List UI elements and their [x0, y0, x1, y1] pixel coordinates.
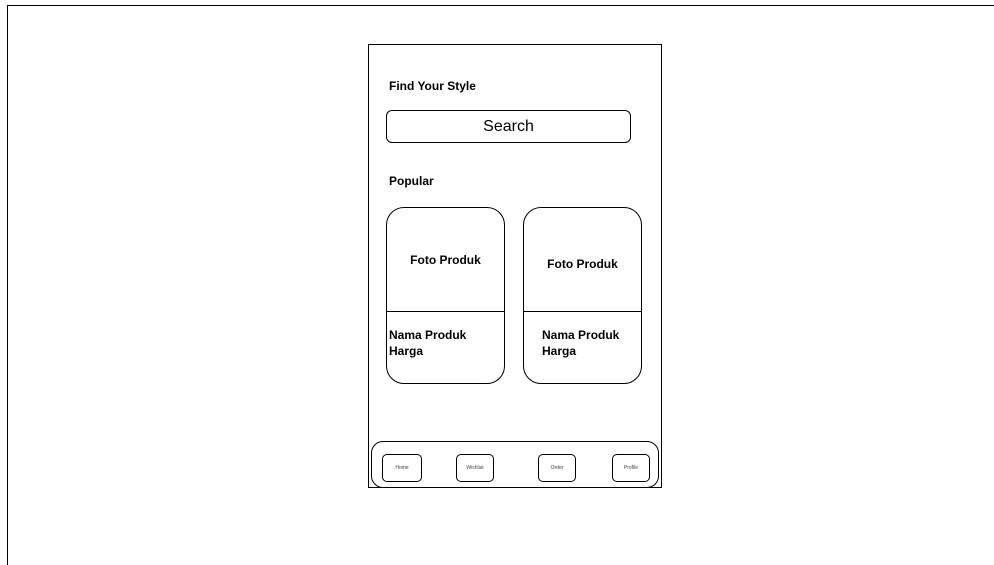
phone-screen: Find Your Style Search Popular Foto Prod…	[368, 44, 662, 488]
product-name: Nama Produk	[542, 328, 620, 342]
nav-home-button[interactable]: Home	[382, 454, 422, 482]
product-photo: Foto Produk	[387, 208, 504, 312]
nav-wishlist-button[interactable]: Wishlist	[456, 454, 494, 482]
search-input[interactable]: Search	[386, 110, 631, 143]
bottom-nav: Home Wishlist Order Profile	[371, 441, 659, 488]
product-card[interactable]: Foto Produk Nama Produk Harga	[523, 207, 642, 384]
popular-heading: Popular	[389, 174, 434, 188]
product-info: Nama Produk Harga	[524, 312, 641, 359]
product-card[interactable]: Foto Produk Nama Produk Harga	[386, 207, 505, 384]
nav-order-button[interactable]: Order	[538, 454, 576, 482]
page-title: Find Your Style	[389, 79, 476, 93]
product-photo: Foto Produk	[524, 208, 641, 312]
nav-profile-button[interactable]: Profile	[612, 454, 650, 482]
product-info: Nama Produk Harga	[387, 312, 504, 359]
product-price: Harga	[542, 344, 577, 358]
product-name: Nama Produk	[389, 328, 467, 342]
product-price: Harga	[389, 344, 424, 358]
